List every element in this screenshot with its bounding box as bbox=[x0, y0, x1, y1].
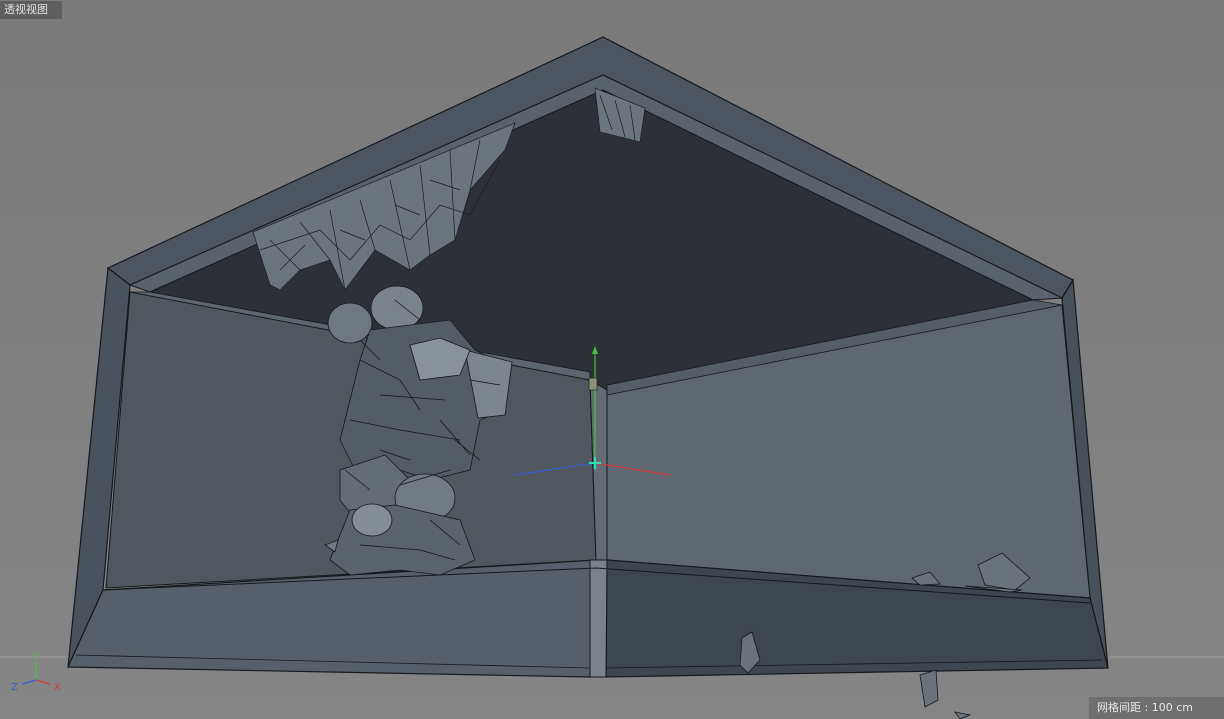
viewport-title[interactable]: 透视视图 bbox=[0, 1, 62, 19]
gizmo-z-line bbox=[21, 679, 37, 685]
debris-offscreen bbox=[954, 711, 972, 719]
floor-corner-edge bbox=[589, 559, 608, 678]
gizmo-y-label: Y bbox=[31, 652, 39, 663]
world-axis-gizmo: Y X Z bbox=[11, 652, 61, 693]
gizmo-z-label: Z bbox=[11, 682, 18, 693]
gizmo-x-label: X bbox=[54, 682, 61, 693]
scene-canvas[interactable]: Y X Z bbox=[0, 0, 1224, 719]
robot-shoulder-right bbox=[370, 285, 424, 331]
robot-shoulder-left bbox=[327, 302, 373, 344]
gizmo-x-line bbox=[35, 679, 51, 685]
handle-marker bbox=[588, 377, 598, 391]
grid-spacing-readout: 网格间距 : 100 cm bbox=[1089, 697, 1224, 719]
robot-leg-armor bbox=[351, 503, 393, 537]
perspective-viewport[interactable]: Y X Z 透视视图 网格间距 : 100 cm bbox=[0, 0, 1224, 719]
debris-falling-bottom bbox=[919, 669, 939, 708]
room-model[interactable] bbox=[67, 36, 1109, 678]
